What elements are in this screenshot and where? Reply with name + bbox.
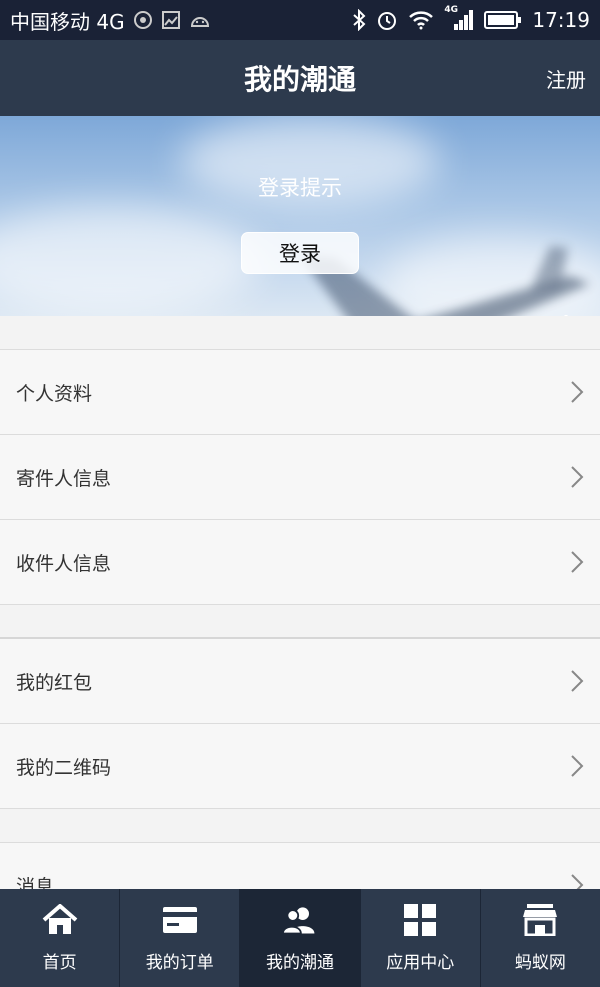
- menu-item-label: 收件人信息: [16, 552, 112, 575]
- grid-icon: [404, 903, 437, 936]
- store-icon: [523, 903, 558, 936]
- page-title: 我的潮通: [243, 63, 356, 96]
- signal-dot-icon: [133, 10, 153, 30]
- login-button[interactable]: 登录: [241, 232, 359, 274]
- tab-home[interactable]: 首页: [0, 889, 121, 987]
- profile-banner: 登录提示 登录: [0, 116, 600, 316]
- tab-my-chaotong[interactable]: 我的潮通: [240, 889, 361, 987]
- bottom-tab-bar: 首页 我的订单 我的潮通 应用中心 蚂蚁网: [0, 889, 600, 987]
- tab-label: 我的订单: [145, 952, 214, 973]
- network-type-label: 4G: [444, 5, 459, 15]
- wifi-icon: [408, 10, 434, 30]
- chevron-right-icon: [571, 670, 584, 692]
- settings-menu: 个人资料 寄件人信息 收件人信息 我的红包 我的二维码 消息: [0, 316, 600, 928]
- bluetooth-icon: [352, 9, 366, 31]
- gallery-icon: [161, 10, 181, 30]
- register-button[interactable]: 注册: [546, 64, 586, 93]
- chevron-right-icon: [571, 551, 584, 573]
- tab-ant-net[interactable]: 蚂蚁网: [481, 889, 600, 987]
- tab-app-center[interactable]: 应用中心: [361, 889, 481, 987]
- android-icon: [189, 11, 211, 29]
- tab-label: 蚂蚁网: [514, 952, 566, 973]
- menu-item-label: 寄件人信息: [16, 467, 112, 490]
- airplane-image: [300, 246, 590, 316]
- chevron-right-icon: [571, 381, 584, 403]
- chevron-right-icon: [571, 466, 584, 488]
- carrier-label: 中国移动 4G: [10, 9, 125, 34]
- chevron-right-icon: [571, 755, 584, 777]
- menu-item-label: 我的红包: [16, 671, 93, 694]
- menu-item-red-packet[interactable]: 我的红包: [0, 639, 600, 724]
- tab-my-orders[interactable]: 我的订单: [120, 889, 241, 987]
- menu-item-recipient-info[interactable]: 收件人信息: [0, 520, 600, 605]
- section-divider: [0, 809, 600, 843]
- tab-label: 首页: [42, 952, 77, 973]
- clock: 17:19: [532, 8, 590, 32]
- menu-item-profile[interactable]: 个人资料: [0, 350, 600, 435]
- menu-item-label: 我的二维码: [16, 756, 112, 779]
- status-bar: 中国移动 4G 4G 17:19: [0, 0, 600, 40]
- section-divider: [0, 316, 600, 350]
- card-icon: [162, 906, 197, 933]
- menu-item-label: 个人资料: [16, 382, 93, 405]
- app-header: 我的潮通 注册: [0, 40, 600, 116]
- battery-icon: [484, 10, 522, 30]
- cellular-icon: 4G: [444, 5, 474, 32]
- menu-item-sender-info[interactable]: 寄件人信息: [0, 435, 600, 520]
- alarm-icon: [376, 9, 398, 31]
- section-divider: [0, 605, 600, 639]
- tab-label: 我的潮通: [266, 952, 334, 973]
- login-hint: 登录提示: [258, 176, 342, 200]
- home-icon: [42, 903, 77, 934]
- tab-label: 应用中心: [386, 952, 455, 973]
- users-icon: [282, 906, 315, 934]
- menu-item-qr-code[interactable]: 我的二维码: [0, 724, 600, 809]
